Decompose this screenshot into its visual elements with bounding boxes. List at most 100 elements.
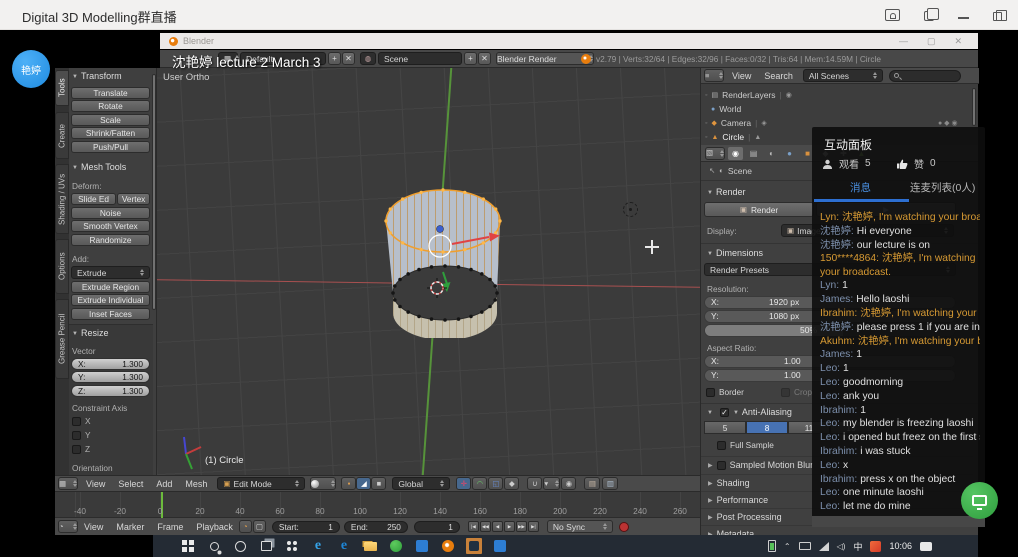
file-explorer-icon[interactable] [362, 538, 378, 554]
presenter-avatar[interactable]: 艳婷 [12, 50, 50, 88]
tray-app-icon[interactable] [870, 541, 881, 552]
face-select-icon[interactable]: ■ [371, 477, 386, 490]
mode-selector[interactable]: ▣Edit Mode [217, 477, 305, 490]
frame-start-field[interactable]: Start:1 [272, 521, 340, 533]
tool-button[interactable]: Noise [71, 207, 150, 219]
axis-checkbox-row[interactable]: X [72, 416, 91, 426]
battery-icon[interactable] [768, 540, 776, 552]
properties-editor-type-icon[interactable]: ▧ [705, 147, 725, 160]
outliner-item-camera[interactable]: ◦◆Camera|◈● ◆ ◉ [705, 116, 792, 130]
tab-messages[interactable]: 消息 [850, 180, 871, 195]
menu-item[interactable]: Add [156, 479, 172, 489]
outliner-search-input[interactable] [889, 70, 961, 82]
slide-vertex-button[interactable]: Vertex [117, 193, 150, 205]
crop-checkbox-row[interactable]: Crop [781, 387, 812, 397]
timeline-track[interactable]: -40-200204060801001201401601802002202402… [55, 492, 700, 518]
transform-panel-title[interactable]: Transform [72, 71, 122, 81]
lamp-object[interactable] [623, 202, 638, 217]
chat-input-strip[interactable] [812, 516, 985, 527]
outliner-filter-selector[interactable]: All Scenes [803, 69, 883, 82]
tab-scene-icon[interactable]: ◐ [764, 147, 779, 160]
tool-button[interactable]: Push/Pull [71, 141, 150, 153]
blender-maximize-icon[interactable]: ▢ [927, 33, 936, 49]
tool-button[interactable]: Shrink/Fatten [71, 127, 150, 139]
axis-checkbox-row[interactable]: Z [72, 444, 91, 454]
viewport-3d[interactable]: User Ortho (1) Circle [157, 68, 700, 475]
transform-orientation-selector[interactable]: Global [392, 477, 450, 490]
menu-item[interactable]: Mesh [185, 479, 207, 489]
vector-field[interactable]: Y:1.300 [71, 371, 150, 383]
menu-item[interactable]: Frame [157, 522, 183, 532]
minimize-icon[interactable] [958, 17, 969, 19]
shelf-tab-grease-pencil[interactable]: Grease Pencil [55, 299, 69, 379]
lock-time-icon[interactable]: ▢ [253, 520, 266, 533]
remove-scene-button[interactable]: ✕ [478, 52, 491, 65]
add-layout-button[interactable]: + [328, 52, 341, 65]
menu-item[interactable]: View [732, 71, 751, 81]
frame-end-field[interactable]: End:250 [344, 521, 408, 533]
play-icon[interactable]: ▶ [504, 521, 515, 532]
start-button-icon[interactable] [180, 538, 196, 554]
timeline-editor-type-icon[interactable]: ◔ [58, 520, 78, 533]
menu-item[interactable]: Select [118, 479, 143, 489]
jump-to-end-icon[interactable]: ▶| [528, 521, 539, 532]
opengl-render-icon[interactable]: ▤ [584, 477, 600, 490]
editor-type-icon[interactable]: ▦ [58, 477, 78, 490]
record-icon[interactable] [619, 522, 629, 532]
time-cursor-icon[interactable]: ◔ [239, 520, 252, 533]
axis-checkbox-row[interactable]: Y [72, 430, 91, 440]
outliner-item-renderlayers[interactable]: ◦▤RenderLayers|◉ [705, 88, 792, 102]
green-app-icon[interactable] [388, 538, 404, 554]
restrict-icons[interactable]: ● ◆ ◉ [938, 119, 958, 127]
edge-select-icon[interactable]: ◢ [356, 477, 371, 490]
shelf-tab-shading-uvs[interactable]: Shading / UVs [55, 164, 69, 234]
blue-app-icon[interactable] [414, 538, 430, 554]
internet-explorer-icon[interactable]: e [310, 538, 326, 554]
tool-button[interactable]: Inset Faces [71, 308, 150, 320]
vector-field[interactable]: Z:1.300 [71, 385, 150, 397]
render-engine-selector[interactable]: Blender Render [496, 52, 594, 65]
notification-icon[interactable] [920, 542, 932, 551]
tool-button[interactable]: Extrude Region [71, 281, 150, 293]
restore-icon[interactable] [993, 12, 1002, 21]
current-frame-field[interactable]: 1 [414, 521, 460, 533]
tray-expand-icon[interactable]: ⌃ [784, 542, 791, 551]
anti-aliasing-panel-header[interactable]: Anti-Aliasing [707, 407, 792, 417]
prev-keyframe-icon[interactable]: ◀◀ [480, 521, 491, 532]
border-checkbox-row[interactable]: Border [706, 387, 744, 397]
vertex-select-icon[interactable]: ▪ [341, 477, 356, 490]
tool-button[interactable]: Scale [71, 114, 150, 126]
volume-icon[interactable]: ◁) [837, 542, 846, 551]
shelf-tab-create[interactable]: Create [55, 112, 69, 159]
likes-stat[interactable]: 赞0 [897, 156, 936, 171]
translate-manipulator-icon[interactable]: ✛ [456, 477, 471, 490]
tab-world-icon[interactable]: ● [782, 147, 797, 160]
viewport-shading-icon[interactable] [310, 477, 336, 490]
add-scene-button[interactable]: + [464, 52, 477, 65]
ime-indicator[interactable]: 中 [853, 540, 862, 553]
mesh-tools-panel-title[interactable]: Mesh Tools [72, 162, 126, 172]
task-view-icon[interactable] [258, 538, 274, 554]
extrude-dropdown[interactable]: Extrude [71, 266, 150, 279]
share-screen-button[interactable] [961, 482, 998, 519]
render-panel-title[interactable]: Render [707, 187, 745, 197]
blender-taskbar-icon[interactable] [440, 538, 456, 554]
rotate-manipulator-icon[interactable]: ◠ [472, 477, 487, 490]
outliner-editor-type-icon[interactable]: ≡ [704, 69, 724, 82]
remove-layout-button[interactable]: ✕ [342, 52, 355, 65]
vector-field[interactable]: X:1.300 [71, 358, 150, 370]
menu-item[interactable]: Playback [196, 522, 233, 532]
tool-button[interactable]: Rotate [71, 100, 150, 112]
slide-edge-button[interactable]: Slide Ed [71, 193, 116, 205]
proportional-edit-icon[interactable]: ◉ [561, 477, 576, 490]
active-app-icon[interactable] [466, 538, 482, 554]
jump-to-start-icon[interactable]: |◀ [468, 521, 479, 532]
sync-mode-selector[interactable]: No Sync [547, 520, 613, 533]
cylinder-mesh[interactable] [383, 188, 518, 338]
tab-mic-list[interactable]: 连麦列表(0人) [910, 180, 975, 195]
scale-manipulator-icon[interactable]: ◱ [488, 477, 503, 490]
shelf-tab-tools[interactable]: Tools [55, 70, 69, 106]
menu-item[interactable]: Marker [116, 522, 144, 532]
snap-magnet-icon[interactable]: ∪ [527, 477, 542, 490]
tab-render-layers-icon[interactable]: ▤ [746, 147, 761, 160]
